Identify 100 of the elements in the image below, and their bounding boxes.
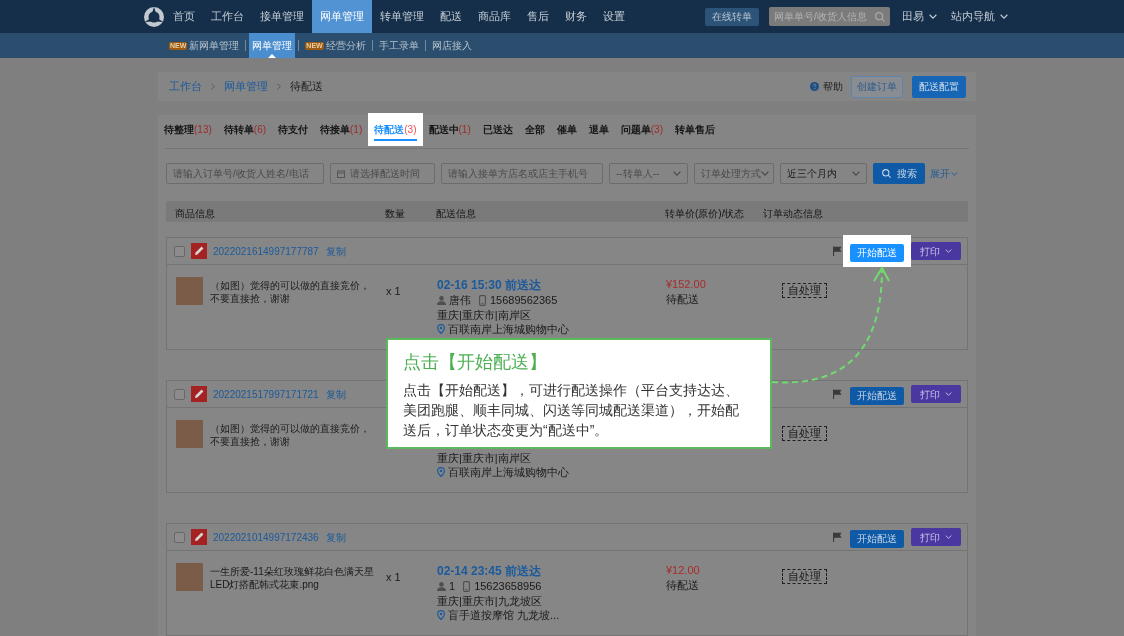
sub-nav-item[interactable]: 网店接入 <box>428 33 475 58</box>
nav-item[interactable]: 转单管理 <box>372 0 432 33</box>
delivery-region: 重庆|重庆市|南岸区 <box>437 308 531 322</box>
status-tab[interactable]: 问题单(3) <box>614 113 669 146</box>
start-delivery-button[interactable]: 开始配送 <box>850 529 904 548</box>
column-header: 订单动态信息 <box>763 207 823 219</box>
product-photo <box>176 420 203 448</box>
search-button[interactable]: 搜索 <box>873 163 925 184</box>
chevron-down-icon <box>945 249 952 253</box>
chevron-down-icon <box>951 171 958 176</box>
online-transfer-button[interactable]: 在线转单 <box>705 7 759 26</box>
callout-text: 点击【开始配送】，可进行配送操作（平台支持达达、美团跑腿、顺丰同城、闪送等同城配送渠道），开始配送后，订单状态变更为“配送中”。 <box>403 381 740 440</box>
delivery-region: 重庆|重庆市|南岸区 <box>437 451 531 465</box>
user-menu[interactable]: 田易 <box>902 8 937 25</box>
status-tab[interactable]: 待整理(13) <box>158 113 218 146</box>
product-name: （如图）觉得的可以做的直接竞价，不要直接抢，谢谢 <box>210 279 371 305</box>
pencil-icon <box>191 386 207 402</box>
search-icon <box>881 169 891 178</box>
print-button[interactable]: 打印 <box>911 242 961 260</box>
chevron-down-icon <box>1000 14 1008 19</box>
pencil-icon <box>191 529 207 545</box>
delivery-address: 百联南岸上海城购物中心 <box>448 465 569 479</box>
delivery-region: 重庆|重庆市|九龙坡区 <box>437 594 542 608</box>
status-tab[interactable]: 全部 <box>518 113 551 146</box>
start-delivery-button[interactable]: 开始配送 <box>850 243 904 262</box>
location-pin-icon <box>437 324 445 334</box>
chevron-right-icon <box>211 83 215 90</box>
order-status: 待配送 <box>666 578 699 592</box>
start-delivery-button[interactable]: 开始配送 <box>850 386 904 405</box>
status-tab[interactable]: 待接单(1) <box>314 113 369 146</box>
column-header: 商品信息 <box>175 207 215 219</box>
status-tab[interactable]: 待转单(6) <box>217 113 273 146</box>
pencil-icon <box>191 243 207 259</box>
handling-tag: 自处理 <box>782 426 827 441</box>
status-tab[interactable]: 退单 <box>582 113 615 146</box>
person-icon <box>437 581 446 591</box>
delivery-address: 百联南岸上海城购物中心 <box>448 322 569 336</box>
flag-icon <box>833 389 842 399</box>
delivery-time: 02-16 15:30 前送达 <box>437 277 542 293</box>
flag-icon <box>833 532 842 542</box>
help-icon <box>810 82 819 91</box>
location-pin-icon <box>437 467 445 477</box>
nav-item[interactable]: 设置 <box>595 0 633 33</box>
chevron-down-icon <box>929 14 937 19</box>
checkbox[interactable] <box>174 388 185 400</box>
delivery-settings-button[interactable]: 配送配置 <box>912 75 966 98</box>
status-tab[interactable]: 配送中(1) <box>422 113 477 146</box>
print-button[interactable]: 打印 <box>911 528 961 546</box>
nav-item[interactable]: 网单管理 <box>312 0 372 33</box>
nav-item[interactable]: 工作台 <box>203 0 252 33</box>
product-photo <box>176 563 203 591</box>
nav-item[interactable]: 售后 <box>519 0 557 33</box>
print-button[interactable]: 打印 <box>911 385 961 403</box>
chevron-down-icon <box>945 392 952 396</box>
column-header: 数量 <box>385 207 405 219</box>
status-tab[interactable]: 转单售后 <box>668 113 721 146</box>
chevron-down-icon <box>673 171 681 176</box>
sub-nav-item[interactable]: 手工录单 <box>375 33 422 58</box>
person-icon <box>437 295 446 305</box>
calendar-icon <box>337 169 345 178</box>
status-tab[interactable]: 待配送(3) <box>368 113 423 146</box>
recipient-name: 唐伟 <box>449 293 471 307</box>
logo-icon <box>143 5 165 28</box>
breadcrumb-current: 待配送 <box>290 78 323 94</box>
nav-item[interactable]: 商品库 <box>470 0 519 33</box>
site-nav-menu[interactable]: 站内导航 <box>951 8 1008 25</box>
help-link[interactable]: 帮助 <box>810 79 843 94</box>
nav-item[interactable]: 首页 <box>165 0 203 33</box>
status-tab[interactable]: 已送达 <box>476 113 519 146</box>
status-tab[interactable]: 待支付 <box>272 113 315 146</box>
handling-tag: 自处理 <box>782 283 827 298</box>
column-header: 转单价(原价)/状态 <box>665 207 745 219</box>
recipient-name: 1 <box>449 579 456 593</box>
nav-item[interactable]: 财务 <box>557 0 595 33</box>
checkbox[interactable] <box>174 531 185 543</box>
nav-item[interactable]: 配送 <box>432 0 470 33</box>
order-status: 待配送 <box>666 292 699 306</box>
product-photo <box>176 277 203 305</box>
pointer-triangle-icon <box>268 54 277 58</box>
delivery-time: 02-14 23:45 前送达 <box>437 563 542 579</box>
sub-nav-item[interactable]: 网单管理 <box>249 33 296 58</box>
location-pin-icon <box>437 610 445 620</box>
product-name: （如图）觉得的可以做的直接竞价，不要直接抢，谢谢 <box>210 422 371 448</box>
chevron-down-icon <box>761 171 769 176</box>
status-tab[interactable]: 催单 <box>550 113 583 146</box>
quantity: x 1 <box>386 285 401 297</box>
phone-icon <box>463 580 471 592</box>
handling-tag: 自处理 <box>782 569 827 584</box>
nav-item[interactable]: 接单管理 <box>252 0 312 33</box>
phone-icon <box>479 294 486 306</box>
checkbox[interactable] <box>174 245 185 257</box>
price: ¥152.00 <box>666 277 706 291</box>
chevron-right-icon <box>277 83 281 90</box>
chevron-down-icon <box>852 171 860 176</box>
callout-title: 点击【开始配送】 <box>403 351 547 373</box>
flag-icon <box>833 246 842 256</box>
column-header: 配送信息 <box>436 207 476 219</box>
delivery-address: 盲手道按摩馆 九龙坡... <box>448 608 560 622</box>
period-select[interactable]: 近三个月内 <box>780 163 867 184</box>
search-icon <box>875 11 885 22</box>
